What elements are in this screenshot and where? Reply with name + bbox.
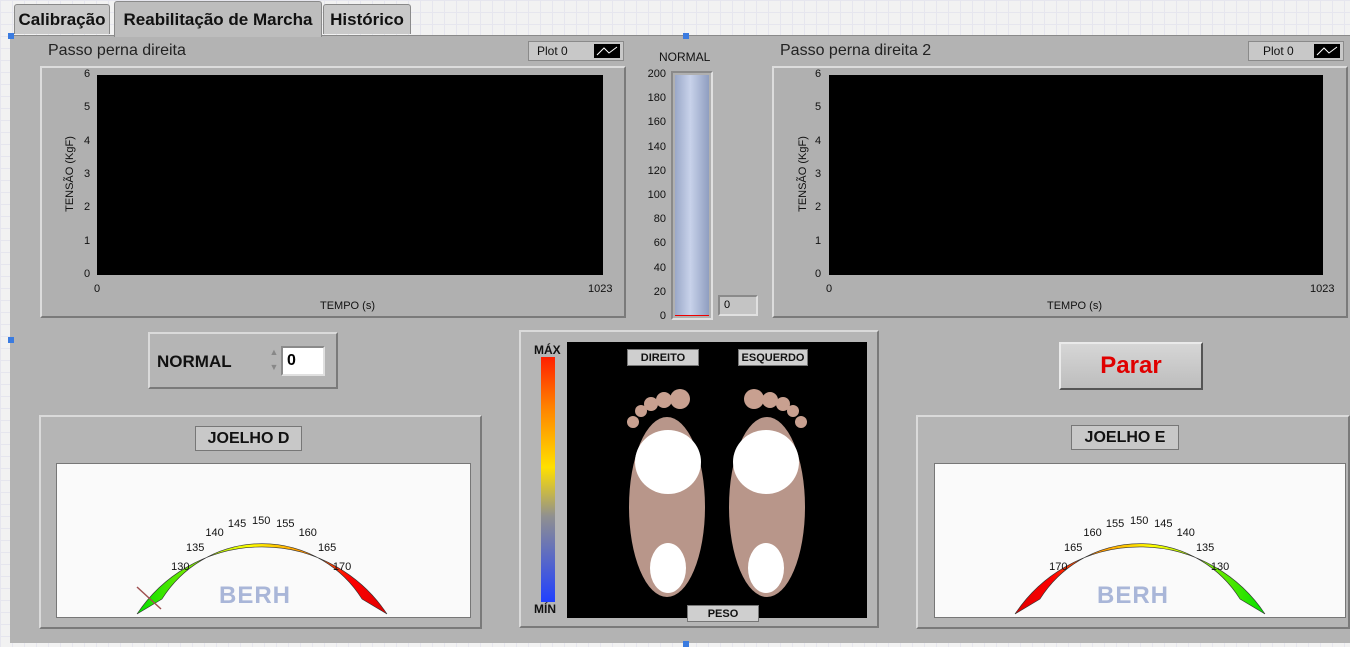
tab-label: Calibração	[18, 9, 106, 29]
gauge-tick-label: 170	[332, 561, 352, 574]
gauge-tick-label: 150	[252, 515, 271, 527]
plot-legend[interactable]: Plot 0	[528, 41, 624, 61]
tank-scale-label: 160	[647, 116, 666, 129]
weight-label: PESO	[687, 605, 759, 622]
y-tick-label: 2	[84, 201, 91, 214]
logo-watermark: BERH	[219, 582, 292, 609]
tab-historico[interactable]: Histórico	[323, 4, 411, 34]
tank-scale-label: 200	[647, 68, 666, 80]
y-tick-label: 6	[84, 68, 91, 80]
gauge-tick-label: 130	[171, 561, 190, 574]
x-tick-label: 0	[826, 283, 833, 295]
tab-reabilitacao[interactable]: Reabilitação de Marcha	[114, 1, 322, 37]
legend-line-icon	[1314, 44, 1340, 58]
numeric-label: NORMAL	[157, 352, 232, 371]
resize-handle[interactable]	[8, 33, 14, 39]
tank-scale-label: 60	[653, 237, 666, 250]
tank-value: 0	[724, 299, 731, 311]
tank-scale-label: 0	[659, 310, 666, 322]
y-tick-label: 4	[84, 134, 91, 147]
increment-decrement-icon[interactable]: ▲ ▼	[267, 345, 281, 377]
chart-title: Passo perna direita	[48, 42, 186, 59]
chart-title: Passo perna direita 2	[780, 42, 932, 59]
knee-left-label: JOELHO E	[1071, 425, 1179, 450]
waveform-plot-area[interactable]	[829, 75, 1323, 275]
gauge-tick-label: 155	[276, 518, 295, 531]
y-tick-label: 0	[84, 268, 91, 280]
resize-handle[interactable]	[683, 641, 689, 647]
tank-level-line	[675, 315, 709, 316]
pressure-map-canvas	[567, 342, 867, 618]
gauge-tick-label: 150	[1130, 515, 1149, 527]
gauge-tick-label: 145	[227, 518, 247, 531]
tank-scale-label: 40	[653, 261, 666, 274]
gauge-tick-label: 140	[205, 527, 224, 540]
numeric-value: 0	[287, 352, 296, 369]
y-tick-label: 3	[815, 168, 822, 180]
knee-right-gauge: BERH	[56, 463, 471, 618]
x-axis-label: TEMPO (s)	[1047, 300, 1102, 312]
left-foot-label: ESQUERDO	[738, 349, 808, 366]
gauge-tick-label: 130	[1210, 561, 1230, 574]
y-tick-label: 3	[84, 168, 91, 180]
color-scale-bar	[541, 357, 555, 602]
gauge-tick-label: 135	[1195, 542, 1215, 554]
tank-scale-label: 80	[653, 213, 666, 226]
gauge-tick-label: 155	[1105, 518, 1125, 531]
numeric-input[interactable]: 0	[281, 346, 325, 376]
gauge-tick-label: 165	[1064, 542, 1083, 554]
gauge-tick-label: 165	[317, 542, 337, 554]
gauge-tick-label: 135	[186, 542, 205, 554]
x-tick-label: 0	[94, 283, 101, 295]
y-tick-label: 6	[815, 68, 822, 80]
stop-button[interactable]: Parar	[1059, 342, 1203, 390]
y-axis-label: TENSÃO (KgF)	[64, 136, 76, 212]
y-axis-label: TENSÃO (KgF)	[797, 136, 809, 212]
resize-handle[interactable]	[8, 337, 14, 343]
x-tick-label: 1023	[588, 283, 613, 295]
tab-label: Reabilitação de Marcha	[123, 9, 313, 29]
y-tick-label: 1	[815, 234, 822, 247]
left-foot-icon	[729, 389, 807, 597]
scale-min-label: MÍN	[534, 602, 556, 616]
y-tick-label: 5	[815, 101, 822, 114]
plot-legend[interactable]: Plot 0	[1248, 41, 1344, 61]
gauge-tick-label: 140	[1176, 527, 1195, 540]
x-axis-label: TEMPO (s)	[320, 300, 375, 312]
gauge-tick-label: 145	[1154, 518, 1173, 531]
right-foot-label: DIREITO	[627, 349, 699, 366]
legend-label: Plot 0	[1263, 44, 1294, 58]
tank-scale-label: 120	[647, 164, 666, 177]
scale-max-label: MÁX	[534, 343, 561, 357]
tank-fill	[675, 75, 709, 316]
tank-label: NORMAL	[659, 50, 711, 64]
legend-label: Plot 0	[537, 44, 568, 58]
legend-line-icon	[594, 44, 620, 58]
stop-button-label: Parar	[1100, 352, 1162, 379]
tank-indicator	[671, 71, 713, 320]
tank-scale-label: 100	[647, 189, 666, 201]
y-tick-label: 4	[815, 134, 822, 147]
right-foot-icon	[627, 389, 705, 597]
y-tick-label: 2	[815, 201, 822, 214]
y-tick-label: 5	[84, 101, 91, 114]
tank-scale-label: 180	[647, 92, 666, 105]
tab-calibracao[interactable]: Calibração	[14, 4, 110, 34]
knee-left-gauge: BERH	[934, 463, 1346, 618]
gauge-tick-label: 170	[1049, 561, 1068, 574]
resize-handle[interactable]	[683, 33, 689, 39]
tab-label: Histórico	[330, 9, 404, 29]
waveform-plot-area[interactable]	[97, 75, 603, 275]
tank-scale-label: 140	[647, 140, 666, 153]
tank-value-display: 0	[718, 295, 758, 316]
logo-watermark: BERH	[1097, 582, 1170, 609]
knee-right-label: JOELHO D	[195, 426, 302, 451]
y-tick-label: 1	[84, 234, 91, 247]
gauge-tick-label: 160	[298, 527, 317, 540]
gauge-tick-label: 160	[1083, 527, 1102, 540]
y-tick-label: 0	[815, 268, 822, 280]
tank-scale-label: 20	[653, 285, 666, 298]
x-tick-label: 1023	[1310, 283, 1335, 295]
